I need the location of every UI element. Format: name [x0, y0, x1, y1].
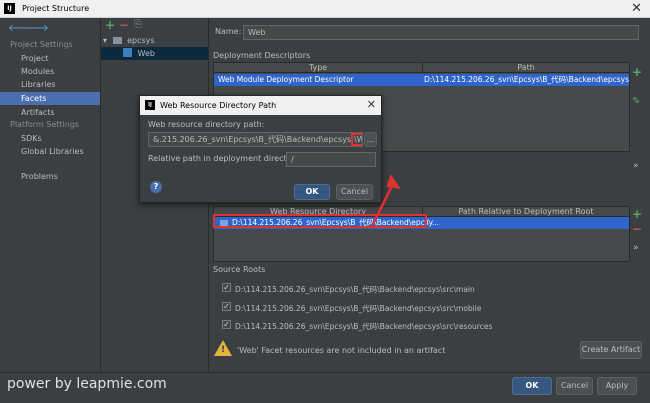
nav-item-modules[interactable]: Modules — [0, 65, 100, 78]
window-title: Project Structure — [22, 4, 90, 13]
create-artifact-button[interactable]: Create Artifact — [580, 341, 642, 359]
remove-web-resource-icon[interactable]: − — [632, 222, 642, 236]
add-facet-icon[interactable]: + — [105, 18, 115, 32]
browse-button[interactable]: ... — [364, 132, 377, 147]
tree-node-web[interactable]: Web — [101, 47, 208, 60]
column-header-path: Path — [422, 63, 629, 73]
apply-button[interactable]: Apply — [597, 377, 637, 395]
nav-item-global-libraries[interactable]: Global Libraries — [0, 145, 100, 158]
column-header-type: Type — [214, 63, 422, 73]
more-icon[interactable]: » — [633, 243, 639, 253]
window-close-button[interactable]: ✕ — [631, 1, 642, 16]
source-root-checkbox[interactable]: ✓ — [222, 320, 231, 329]
cancel-button[interactable]: Cancel — [556, 377, 593, 395]
dialog-help-icon[interactable]: ? — [150, 181, 162, 193]
path-input-text: &.215.206.26_svn\Epcsys\B_代码\Backend\epc… — [153, 135, 352, 144]
web-resource-path-label: Web resource directory path: — [148, 120, 265, 129]
settings-navigation: 🡐 🡒 Project Settings Project Modules Lib… — [0, 18, 101, 403]
dialog-close-button[interactable]: ✕ — [367, 98, 376, 111]
web-resource-directory-dialog: IJ Web Resource Directory Path ✕ Web res… — [139, 95, 382, 203]
dialog-ok-button[interactable]: OK — [294, 184, 330, 200]
name-label: Name: — [215, 27, 242, 36]
annotation-arrow-icon — [370, 174, 401, 227]
project-settings-header: Project Settings — [10, 40, 73, 49]
warning-message: 'Web' Facet resources are not included i… — [237, 346, 446, 355]
nav-item-project[interactable]: Project — [0, 52, 100, 65]
module-folder-icon — [112, 37, 122, 44]
dialog-title-bar: IJ Web Resource Directory Path ✕ — [140, 96, 381, 115]
ok-button[interactable]: OK — [512, 377, 552, 395]
web-resource-path-input[interactable]: &.215.206.26_svn\Epcsys\B_代码\Backend\epc… — [148, 132, 363, 147]
add-web-resource-icon[interactable]: + — [632, 207, 642, 221]
source-roots-title: Source Roots — [213, 265, 266, 274]
window-title-bar: IJ Project Structure ✕ — [0, 0, 650, 18]
copy-facet-icon[interactable]: ⎘ — [134, 19, 142, 30]
remove-facet-icon[interactable]: − — [119, 18, 129, 32]
tree-node-label: epcsys — [127, 36, 155, 45]
source-root-checkbox[interactable]: ✓ — [222, 283, 231, 292]
nav-item-libraries[interactable]: Libraries — [0, 78, 100, 91]
add-descriptor-icon[interactable]: + — [632, 65, 642, 79]
table-row[interactable]: Web Module Deployment Descriptor D:\114.… — [214, 74, 629, 86]
source-root-checkbox[interactable]: ✓ — [222, 302, 231, 311]
warning-icon-glyph: ! — [221, 345, 226, 355]
source-root-path: D:\114.215.206.26_svn\Epcsys\B_代码\Backen… — [235, 304, 482, 313]
path-input-highlight: \WebRoot — [351, 133, 362, 146]
column-header-relative-path: Path Relative to Deployment Root — [422, 207, 629, 217]
platform-settings-header: Platform Settings — [10, 120, 80, 129]
dialog-title: Web Resource Directory Path — [160, 101, 277, 110]
tree-node-epcsys[interactable]: ▾ epcsys — [101, 34, 208, 47]
table-cell-type: Web Module Deployment Descriptor — [218, 75, 354, 84]
nav-item-sdks[interactable]: SDKs — [0, 132, 100, 145]
nav-item-facets[interactable]: Facets — [0, 92, 100, 105]
source-root-path: D:\114.215.206.26_svn\Epcsys\B_代码\Backen… — [235, 285, 475, 294]
source-root-path: D:\114.215.206.26_svn\Epcsys\B_代码\Backen… — [235, 322, 493, 331]
nav-item-problems[interactable]: Problems — [0, 170, 100, 183]
web-facet-icon — [123, 48, 132, 57]
forward-arrow-icon[interactable]: 🡒 — [22, 22, 49, 34]
relative-path-label: Relative path in deployment directory: — [148, 154, 302, 163]
nav-item-artifacts[interactable]: Artifacts — [0, 106, 100, 119]
intellij-logo-icon: IJ — [4, 3, 15, 14]
facet-name-field[interactable]: Web — [243, 25, 639, 40]
edit-descriptor-icon[interactable]: ✎ — [632, 96, 640, 107]
deployment-descriptors-title: Deployment Descriptors — [213, 51, 311, 60]
intellij-logo-icon: IJ — [145, 100, 155, 110]
tree-node-label: Web — [137, 49, 155, 58]
watermark-text: power by leapmie.com — [7, 376, 167, 392]
table-cell-path: D:\114.215.206.26_svn\Epcsys\B_代码\Backen… — [424, 75, 629, 84]
expand-arrow-icon[interactable]: ▾ — [103, 36, 107, 45]
more-descriptors-icon[interactable]: » — [633, 161, 639, 171]
